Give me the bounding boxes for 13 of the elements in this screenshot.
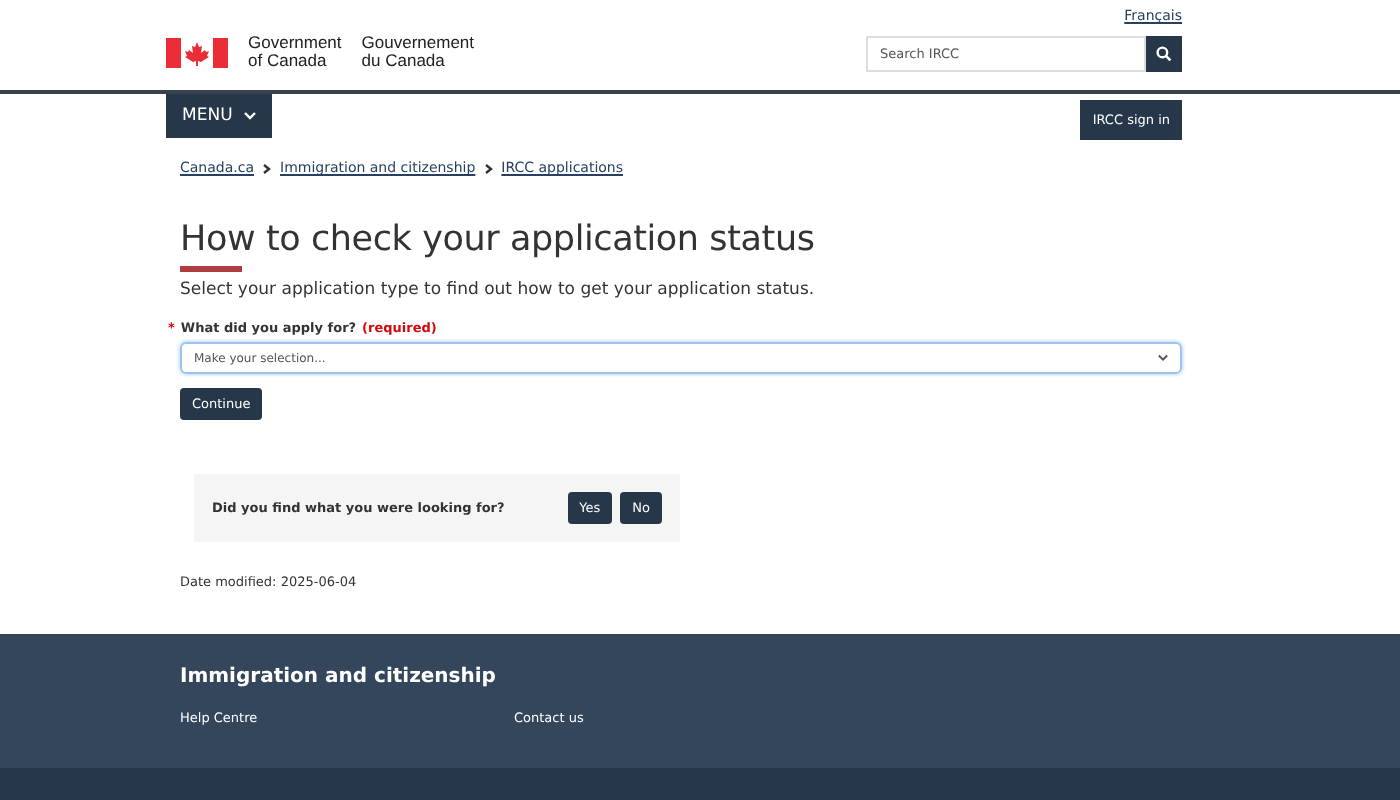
government-name: Government of Canada <box>248 34 342 70</box>
intro-text: Select your application type to find out how to get your application status. <box>180 280 817 300</box>
search-button[interactable] <box>1146 36 1182 72</box>
caret-icon <box>1158 354 1168 362</box>
government-name: Gouvernement du Canada <box>361 34 475 70</box>
search-icon <box>1156 46 1172 62</box>
chevron-icon <box>244 112 257 120</box>
chevron-icon <box>262 163 272 173</box>
chevron-icon <box>483 163 494 173</box>
footer-title: Immigration and citizenship <box>180 666 498 688</box>
menu-button[interactable]: MENU <box>166 94 273 138</box>
flag-icon <box>166 37 228 67</box>
page-title: How to check your application status <box>180 220 817 260</box>
